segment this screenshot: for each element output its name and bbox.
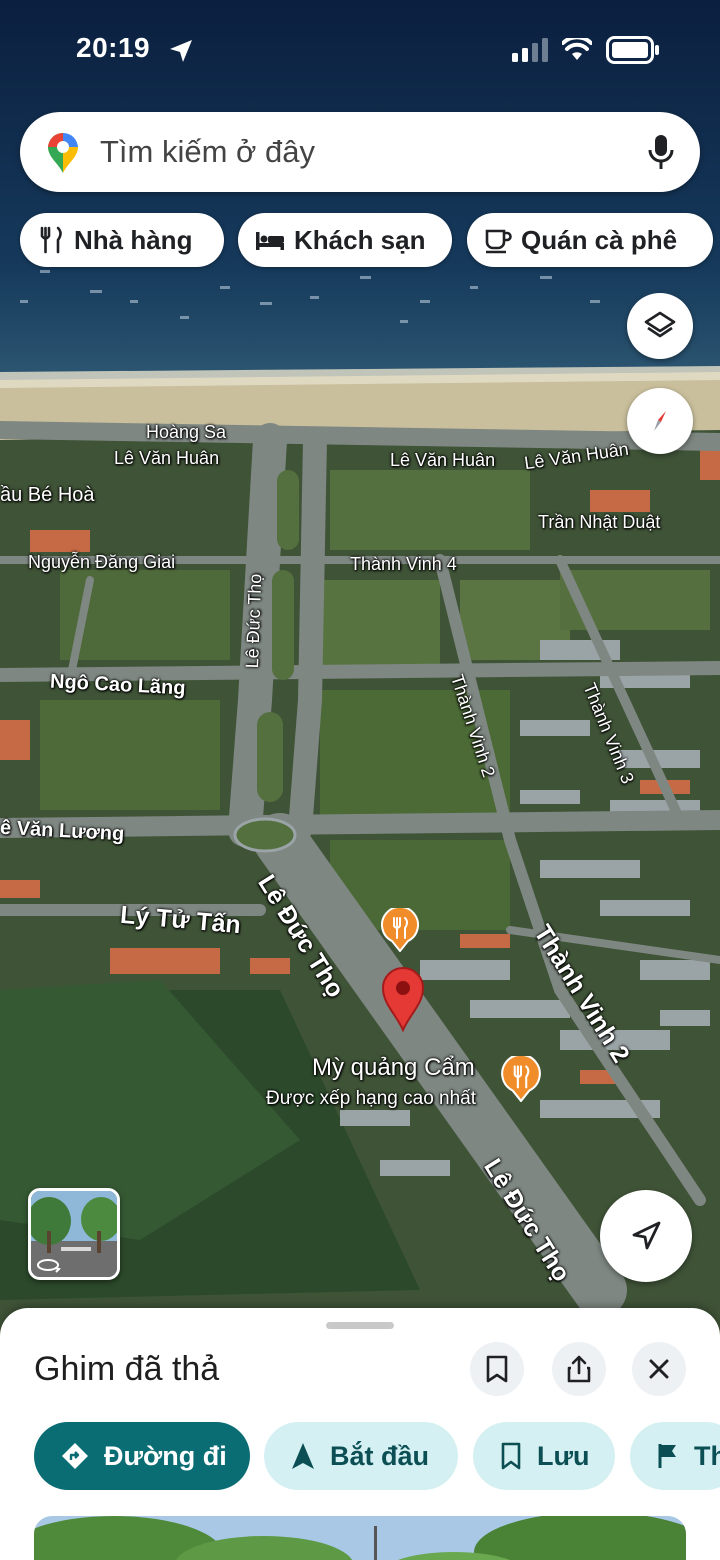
place-photo-image (34, 1516, 686, 1560)
street-label-le-van-huan: Lê Văn Huân (114, 448, 220, 468)
sheet-drag-handle[interactable] (326, 1322, 394, 1329)
chip-restaurants[interactable]: Nhà hàng (20, 213, 224, 267)
hotel-icon (256, 232, 284, 250)
status-bar: 20:19 (0, 0, 720, 100)
coffee-icon (485, 229, 512, 254)
compass-icon (654, 411, 666, 431)
action-label: Lưu (537, 1440, 590, 1471)
cellular-signal-icon (512, 38, 548, 62)
my-location-button[interactable] (600, 1190, 692, 1282)
microphone-icon[interactable] (648, 134, 674, 170)
rotate-360-icon (37, 1259, 61, 1273)
place-photo[interactable] (34, 1516, 686, 1560)
place-bottom-sheet[interactable]: Ghim đã thả Đường đi Bắt đầu Lưu Th (0, 1308, 720, 1560)
battery-icon (606, 36, 659, 64)
directions-icon (62, 1443, 88, 1469)
place-subtitle: Được xếp hạng cao nhất (266, 1088, 477, 1109)
share-button[interactable] (552, 1342, 606, 1396)
layers-icon (644, 311, 676, 338)
navigation-arrow-icon (632, 1221, 661, 1250)
action-label: Đường đi (104, 1440, 227, 1471)
street-label-le-van-huan: Lê Văn Huân (390, 450, 496, 470)
status-time: 20:19 (76, 32, 151, 63)
dropped-pin[interactable] (380, 966, 426, 1037)
bookmark-icon (501, 1442, 521, 1470)
map-pin-icon (381, 967, 425, 1033)
start-button[interactable]: Bắt đầu (264, 1422, 458, 1490)
street-view-thumbnail[interactable] (28, 1188, 120, 1280)
wifi-icon (562, 38, 592, 60)
flag-icon (658, 1444, 676, 1468)
street-label-thanh-vinh-4: Thành Vinh 4 (350, 554, 457, 574)
place-name[interactable]: Mỳ quảng Cẩm (312, 1054, 475, 1082)
google-maps-logo-icon (48, 132, 78, 173)
navigation-arrow-icon (292, 1443, 314, 1469)
label-button[interactable]: Th (630, 1422, 720, 1490)
layers-button[interactable] (627, 293, 693, 359)
street-label-tran-nhat-duat: Trần Nhật Duật (538, 512, 661, 532)
restaurant-icon (40, 226, 62, 254)
action-label: Th (694, 1440, 720, 1471)
fork-knife-icon (501, 1053, 541, 1103)
action-label: Bắt đầu (330, 1440, 430, 1471)
bookmark-icon (486, 1355, 508, 1383)
fork-knife-icon (381, 905, 419, 953)
chip-label: Khách sạn (294, 224, 426, 255)
chip-hotels[interactable]: Khách sạn (238, 213, 452, 267)
save-chip-button[interactable]: Lưu (473, 1422, 615, 1490)
street-label-nguyen-dang-giai: Nguyễn Đăng Giai (28, 552, 176, 572)
chip-coffee[interactable]: Quán cà phê (467, 213, 713, 267)
chip-label: Quán cà phê (521, 224, 678, 255)
chip-label: Nhà hàng (74, 224, 193, 255)
restaurant-poi-marker[interactable] (380, 905, 420, 957)
directions-button[interactable]: Đường đi (34, 1422, 250, 1490)
sheet-title: Ghim đã thả (34, 1350, 220, 1388)
compass-button[interactable] (627, 388, 693, 454)
search-bar[interactable]: Tìm kiếm ở đây (20, 112, 700, 192)
close-icon (649, 1359, 669, 1379)
share-icon (567, 1355, 591, 1383)
close-button[interactable] (632, 1342, 686, 1396)
place-poi-marker[interactable] (500, 1053, 542, 1107)
street-label-hoang-sa: Hoàng Sa (146, 422, 227, 442)
street-label-bau-be-hoa: ầu Bé Hoà (0, 484, 95, 506)
save-button[interactable] (470, 1342, 524, 1396)
search-input[interactable]: Tìm kiếm ở đây (100, 134, 315, 170)
location-arrow-icon (170, 40, 192, 62)
street-label-le-duc-tho: Lê Đức Thọ (242, 573, 266, 669)
